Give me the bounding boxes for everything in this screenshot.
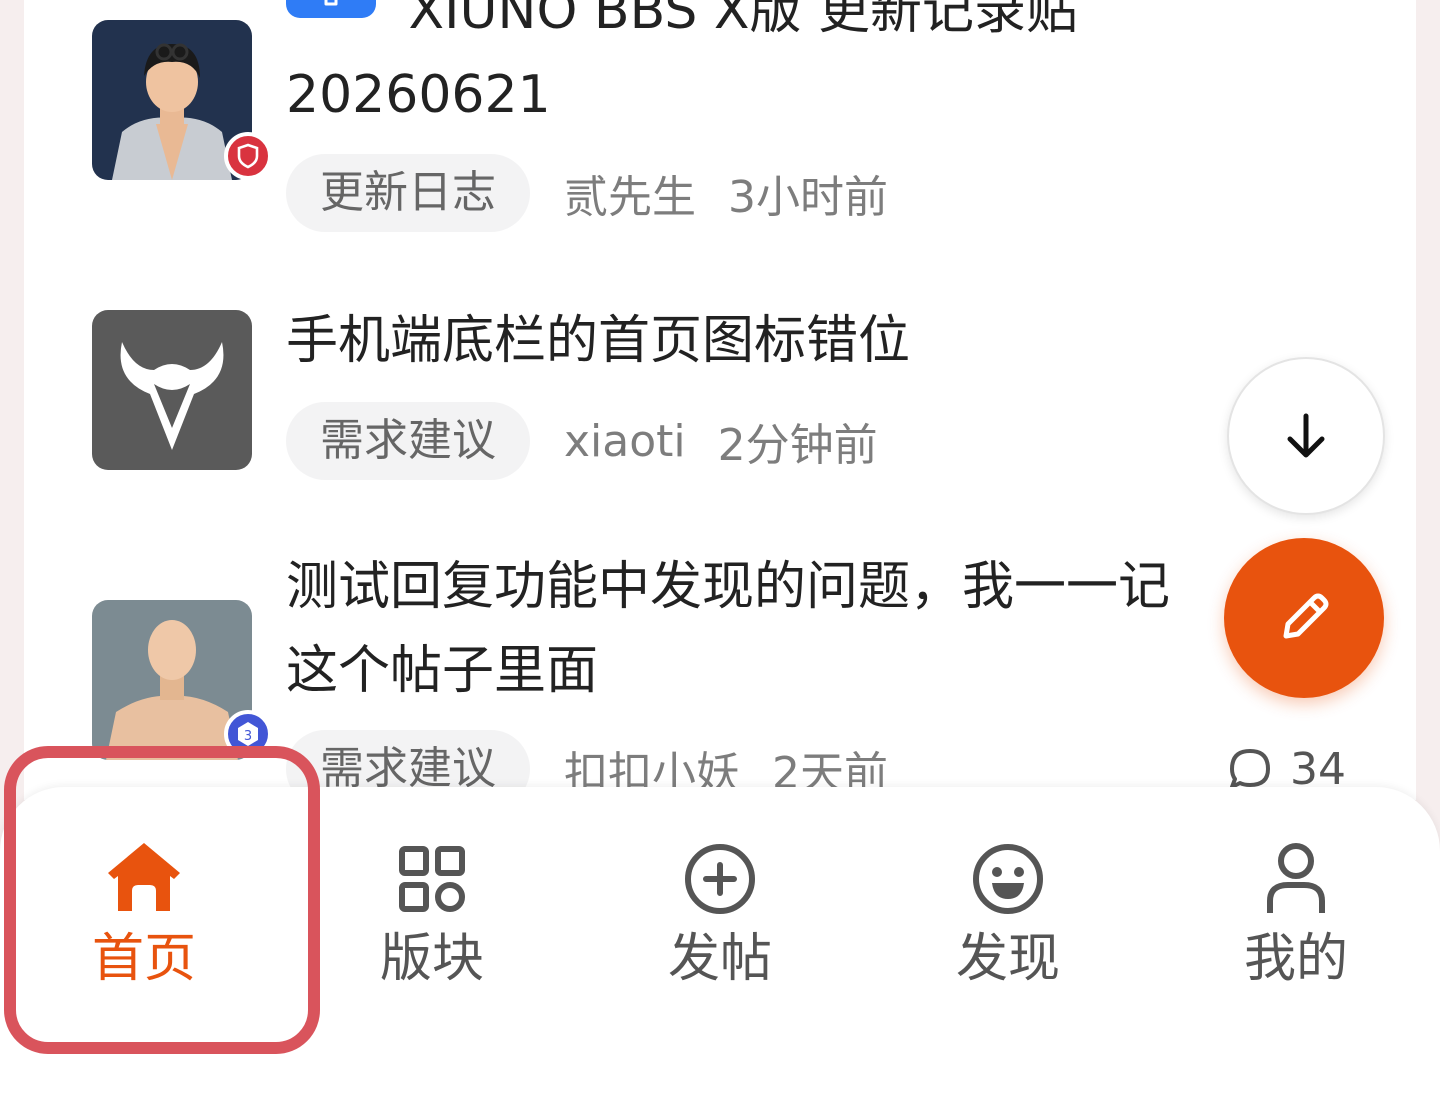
post-title-row: XIUNO BBS X版 更新记录贴 <box>286 0 1078 52</box>
smile-icon <box>973 844 1043 914</box>
post-title-line-2[interactable]: 这个帖子里面 <box>286 630 598 712</box>
post-time: 2分钟前 <box>717 420 878 471</box>
tab-boards[interactable]: 版块 <box>288 787 576 1047</box>
plus-circle-icon <box>685 844 755 914</box>
post-time: 3小时前 <box>728 172 888 223</box>
pin-up-icon <box>286 0 376 18</box>
tab-mine[interactable]: 我的 <box>1152 787 1440 1047</box>
tab-discover[interactable]: 发现 <box>864 787 1152 1047</box>
compose-button[interactable] <box>1224 538 1384 698</box>
pencil-icon <box>1283 593 1329 639</box>
post-meta: 更新日志 贰先生 3小时前 <box>286 154 888 232</box>
tab-home[interactable]: 首页 <box>0 787 288 1047</box>
arrow-down-icon <box>1287 413 1325 458</box>
grid-icon <box>399 846 465 912</box>
post-title[interactable]: XIUNO BBS X版 更新记录贴 <box>409 0 1079 41</box>
level-badge-icon: 3 <box>224 710 272 758</box>
shield-badge-icon <box>224 132 272 180</box>
tab-label: 发帖 <box>667 929 772 989</box>
tab-label: 我的 <box>1243 929 1348 989</box>
avatar[interactable] <box>92 310 252 470</box>
user-icon <box>1267 843 1325 913</box>
svg-text:3: 3 <box>244 729 252 744</box>
thread-item[interactable]: 手机端底栏的首页图标错位 需求建议 xiaoti 2分钟前 <box>24 290 1416 520</box>
tab-label: 发现 <box>955 929 1060 989</box>
thread-item[interactable]: XIUNO BBS X版 更新记录贴 20260621 更新日志 贰先生 3小时… <box>24 0 1416 250</box>
thread-list: XIUNO BBS X版 更新记录贴 20260621 更新日志 贰先生 3小时… <box>24 0 1416 800</box>
home-icon <box>108 843 180 911</box>
category-tag[interactable]: 需求建议 <box>286 402 530 480</box>
tab-post[interactable]: 发帖 <box>576 787 864 1047</box>
post-title[interactable]: 手机端底栏的首页图标错位 <box>286 300 910 382</box>
tab-label: 版块 <box>379 929 484 989</box>
author-name[interactable]: xiaoti <box>564 416 686 467</box>
author-name[interactable]: 贰先生 <box>564 161 696 225</box>
category-tag[interactable]: 更新日志 <box>286 154 530 232</box>
scroll-down-button[interactable] <box>1227 357 1385 515</box>
tab-label: 首页 <box>91 929 196 989</box>
post-title-line-2[interactable]: 20260621 <box>286 54 551 136</box>
thread-item[interactable]: 3 测试回复功能中发现的问题，我一一记 这个帖子里面 需求建议 扣扣小妖 2天前… <box>24 540 1416 800</box>
post-meta: 需求建议 xiaoti 2分钟前 <box>286 402 878 480</box>
bottom-tab-bar: 首页 版块 发帖 发现 我的 <box>0 787 1440 1096</box>
post-title[interactable]: 测试回复功能中发现的问题，我一一记 <box>286 546 1170 628</box>
